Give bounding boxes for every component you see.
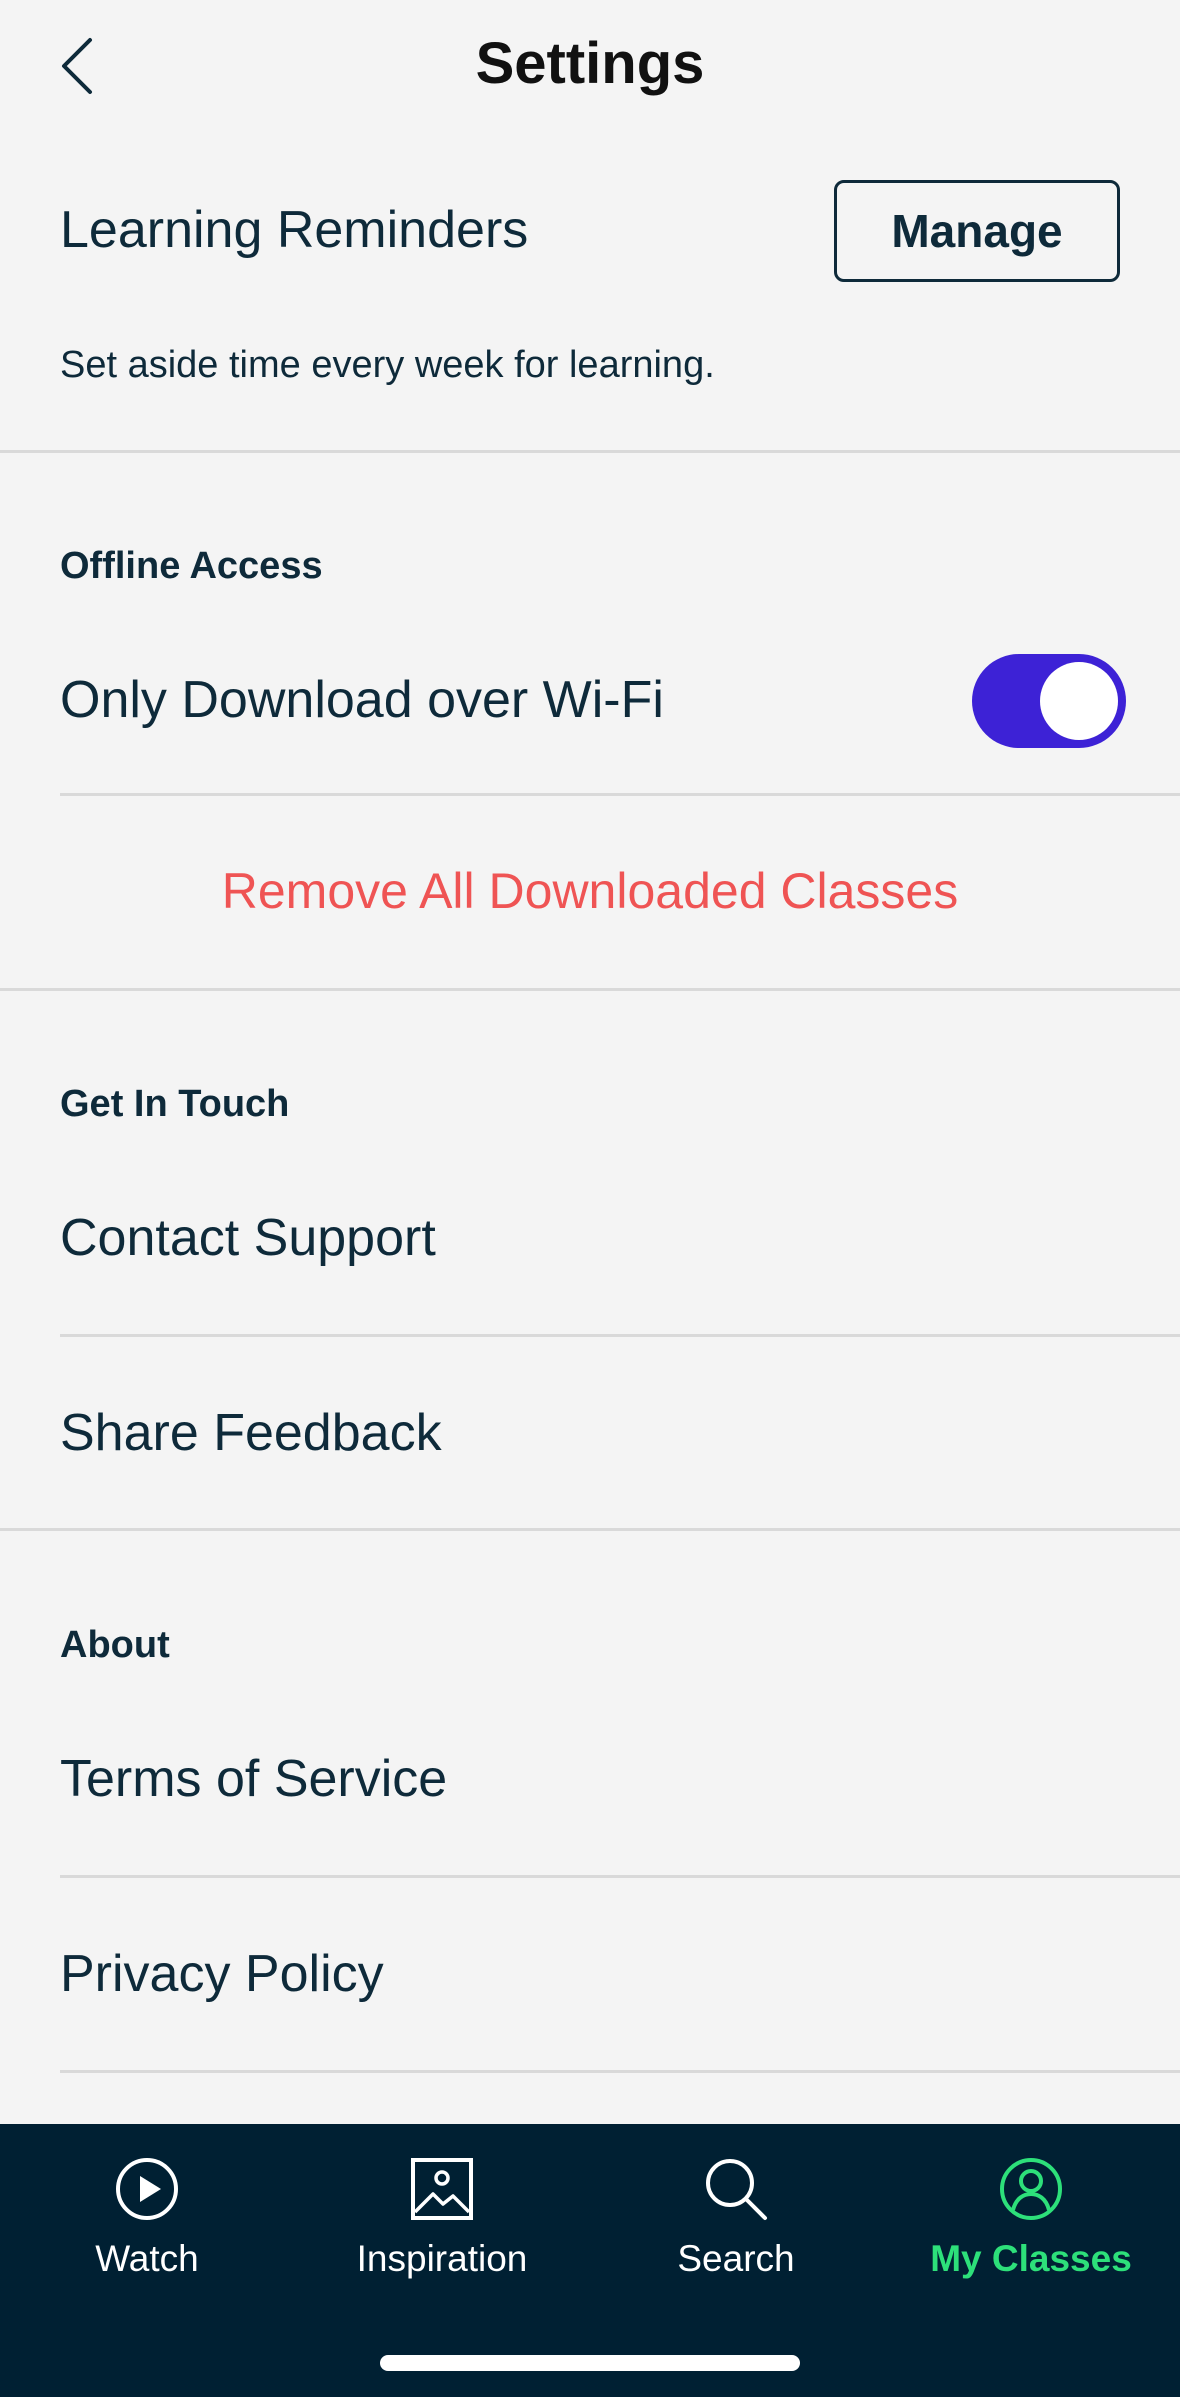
- remove-downloads-button[interactable]: Remove All Downloaded Classes: [0, 862, 1180, 920]
- section-divider: [0, 1528, 1180, 1531]
- get-in-touch-heading: Get In Touch: [60, 1083, 290, 1125]
- about-heading: About: [60, 1624, 170, 1666]
- section-divider: [0, 450, 1180, 453]
- row-divider: [60, 2070, 1180, 2073]
- wifi-only-label: Only Download over Wi-Fi: [60, 671, 664, 729]
- image-icon: [411, 2158, 473, 2220]
- row-divider: [60, 1334, 1180, 1337]
- nav-label: Search: [677, 2238, 795, 2279]
- contact-support-item[interactable]: Contact Support: [60, 1208, 436, 1268]
- wifi-only-toggle[interactable]: [972, 654, 1126, 748]
- offline-access-heading: Offline Access: [60, 545, 323, 587]
- nav-label: My Classes: [930, 2238, 1132, 2279]
- nav-label: Watch: [95, 2238, 199, 2279]
- page-title: Settings: [475, 31, 705, 96]
- nav-my-classes[interactable]: My Classes: [906, 2154, 1156, 2304]
- learning-reminders-subtitle: Set aside time every week for learning.: [60, 344, 715, 386]
- home-indicator: [380, 2355, 800, 2371]
- row-divider: [60, 1875, 1180, 1878]
- row-divider: [60, 793, 1180, 796]
- settings-screen: Settings Learning Reminders Manage Set a…: [0, 0, 1180, 2397]
- privacy-policy-item[interactable]: Privacy Policy: [60, 1944, 384, 2004]
- manage-reminders-button[interactable]: Manage: [834, 180, 1120, 282]
- play-circle-icon: [116, 2158, 178, 2220]
- nav-inspiration[interactable]: Inspiration: [317, 2154, 567, 2304]
- toggle-knob: [1040, 662, 1118, 740]
- header: Settings: [0, 0, 1180, 140]
- search-icon: [706, 2159, 767, 2220]
- user-circle-icon: [1000, 2158, 1062, 2220]
- nav-search[interactable]: Search: [611, 2154, 861, 2304]
- nav-label: Inspiration: [356, 2238, 528, 2279]
- share-feedback-item[interactable]: Share Feedback: [60, 1403, 442, 1463]
- section-divider: [0, 988, 1180, 991]
- nav-watch[interactable]: Watch: [22, 2154, 272, 2304]
- learning-reminders-label: Learning Reminders: [60, 201, 529, 259]
- terms-of-service-item[interactable]: Terms of Service: [60, 1749, 447, 1809]
